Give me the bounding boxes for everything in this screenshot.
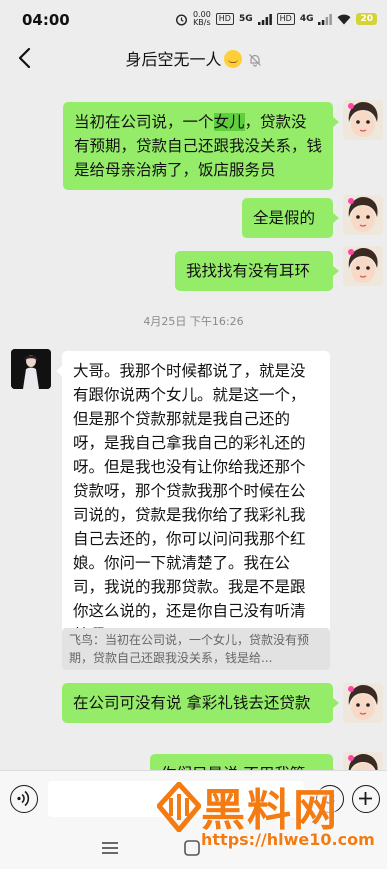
child-avatar-image bbox=[343, 195, 383, 235]
signal-icon bbox=[257, 13, 272, 25]
voice-button[interactable] bbox=[10, 785, 38, 813]
child-avatar-image bbox=[343, 683, 383, 723]
bell-off-icon bbox=[248, 54, 261, 67]
my-avatar[interactable] bbox=[343, 195, 383, 235]
status-icons: 0.00 KB/s HD 5G HD 4G 20 bbox=[175, 11, 377, 27]
watermark-url: https://hlwe10.com bbox=[201, 830, 375, 849]
my-avatar[interactable] bbox=[343, 683, 383, 723]
pensive-face-icon bbox=[223, 50, 242, 68]
wifi-icon bbox=[337, 14, 351, 24]
chat-title-area[interactable]: 身后空无一人 bbox=[0, 46, 387, 70]
quoted-message[interactable]: 飞鸟：当初在公司说，一个女儿，贷款没有预期，贷款自己还跟我没关系，钱是给... bbox=[62, 628, 330, 670]
my-avatar[interactable] bbox=[343, 100, 383, 140]
message-bubble[interactable]: 当初在公司说，一个女儿，贷款没有预期，贷款自己还跟我没关系，钱是给母亲治病了，饭… bbox=[63, 102, 339, 190]
net-speed: 0.00 KB/s bbox=[193, 11, 211, 27]
battery-indicator: 20 bbox=[356, 13, 377, 25]
message-bubble[interactable]: 全是假的 bbox=[242, 198, 339, 238]
highlighted-text: 女儿 bbox=[213, 113, 245, 131]
message-text: 在公司可没有说 拿彩礼钱去还贷款 bbox=[73, 694, 311, 712]
hd-badge-2: HD bbox=[276, 13, 295, 25]
message-text: 我找找有没有耳环 bbox=[186, 262, 311, 280]
my-avatar[interactable] bbox=[343, 246, 383, 286]
chat-timestamp: 4月25日 下午16:26 bbox=[143, 315, 244, 328]
message-text: 全是假的 bbox=[253, 209, 316, 227]
net-type-5g: 5G bbox=[238, 14, 253, 24]
hd-badge: HD bbox=[215, 13, 234, 25]
message-text: 大哥。我那个时候都说了，就是没有跟你说两个女儿。就是这一个，但是那个贷款那就是我… bbox=[73, 362, 306, 644]
watermark-logo bbox=[157, 782, 201, 832]
message-bubble[interactable]: 在公司可没有说 拿彩礼钱去还贷款 bbox=[62, 683, 339, 723]
child-avatar-image bbox=[343, 100, 383, 140]
chat-header: 身后空无一人 bbox=[0, 38, 387, 78]
menu-icon[interactable] bbox=[100, 840, 120, 856]
watermark-brand: 黑料网 bbox=[201, 785, 339, 836]
message-bubble[interactable]: 我找找有没有耳环 bbox=[175, 251, 339, 291]
alarm-icon bbox=[175, 13, 187, 26]
message-bubble[interactable]: 大哥。我那个时候都说了，就是没有跟你说两个女儿。就是这一个，但是那个贷款那就是我… bbox=[56, 351, 330, 655]
voice-icon bbox=[17, 790, 30, 807]
contact-avatar[interactable] bbox=[11, 349, 51, 389]
net-type-4g: 4G bbox=[299, 14, 314, 24]
chat-title: 身后空无一人 bbox=[125, 50, 222, 69]
signal-icon-2 bbox=[318, 13, 333, 25]
child-avatar-image bbox=[343, 246, 383, 286]
net-speed-unit: KB/s bbox=[193, 18, 211, 27]
watermark: 黑料网 https://hlwe10.com bbox=[153, 770, 383, 862]
status-time: 04:00 bbox=[22, 11, 70, 29]
woman-avatar-image bbox=[11, 349, 51, 389]
status-bar: 04:00 0.00 KB/s HD 5G HD 4G 20 bbox=[0, 0, 387, 38]
message-text: 当初在公司说，一个 bbox=[74, 113, 214, 131]
